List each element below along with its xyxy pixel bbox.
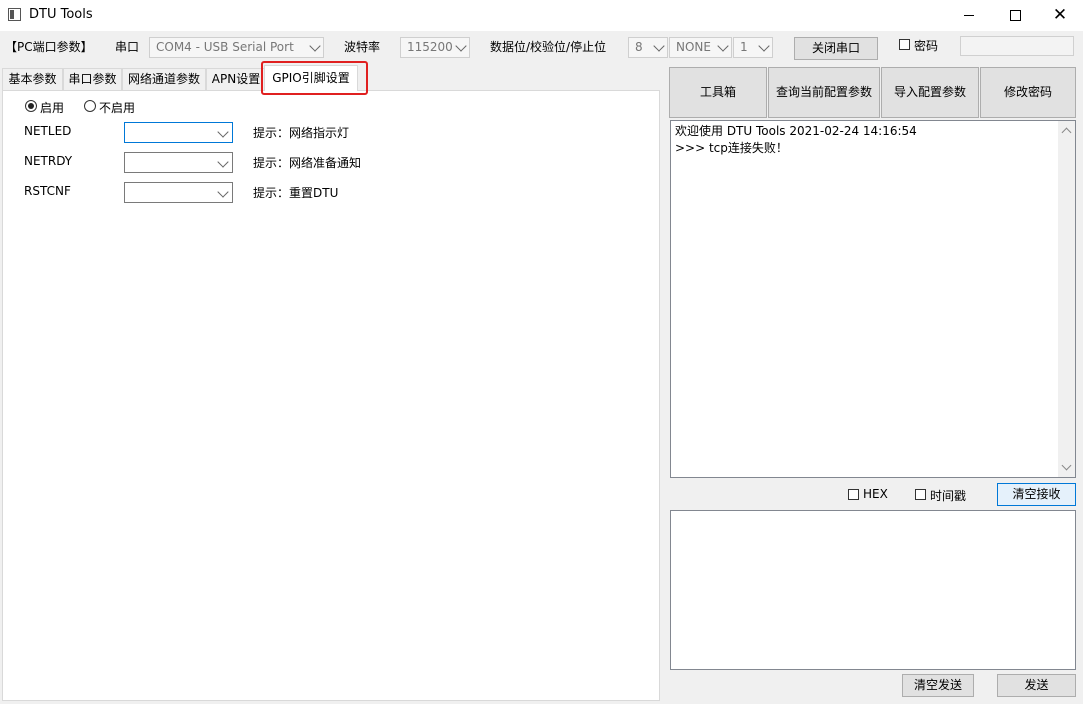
send-input[interactable] [670, 510, 1076, 670]
clear-receive-button[interactable]: 清空接收 [997, 483, 1076, 506]
parity-value: NONE [676, 40, 711, 54]
rstcnf-hint: 提示：重置DTU [253, 186, 339, 200]
send-button[interactable]: 发送 [997, 674, 1076, 697]
minimize-icon [964, 15, 974, 16]
databits-value: 8 [635, 40, 643, 54]
pc-port-group-label: 【PC端口参数】 [5, 40, 93, 54]
chevron-down-icon [217, 126, 229, 138]
close-port-button[interactable]: 关闭串口 [794, 37, 878, 60]
baud-label: 波特率 [344, 40, 381, 54]
log-line: >>> tcp连接失败！ [675, 141, 788, 155]
tab-apn-settings[interactable]: APN设置 [206, 68, 266, 90]
window-title: DTU Tools [29, 7, 93, 22]
baud-select-value: 115200 [407, 40, 453, 54]
netrdy-hint: 提示：网络准备通知 [253, 156, 362, 170]
tab-serial-params[interactable]: 串口参数 [63, 68, 122, 90]
close-icon: ✕ [1052, 5, 1068, 25]
databits-select[interactable]: 8 [628, 37, 668, 58]
clear-send-button[interactable]: 清空发送 [902, 674, 974, 697]
password-checkbox[interactable] [899, 39, 910, 50]
timestamp-checkbox[interactable] [915, 489, 926, 500]
port-select[interactable]: COM4 - USB Serial Port [149, 37, 324, 58]
stopbits-value: 1 [740, 40, 748, 54]
disable-radio-label: 不启用 [99, 101, 136, 115]
port-select-value: COM4 - USB Serial Port [156, 40, 294, 54]
netled-label: NETLED [24, 124, 72, 138]
log-line: 欢迎使用 DTU Tools 2021-02-24 14:16:54 [675, 124, 917, 138]
app-icon [8, 8, 21, 21]
chevron-down-icon [217, 156, 229, 168]
parity-select[interactable]: NONE [669, 37, 732, 58]
netled-hint: 提示：网络指示灯 [253, 126, 350, 140]
gpio-settings-panel [2, 90, 660, 701]
change-password-button[interactable]: 修改密码 [980, 67, 1076, 118]
chevron-down-icon [455, 40, 467, 52]
timestamp-checkbox-label: 时间戳 [930, 489, 967, 503]
password-input[interactable] [960, 36, 1074, 56]
netrdy-select[interactable] [124, 152, 233, 173]
netled-select[interactable] [124, 122, 233, 143]
hex-checkbox-label: HEX [863, 487, 888, 501]
tab-network-channel-params[interactable]: 网络通道参数 [122, 68, 206, 90]
enable-radio[interactable] [25, 100, 37, 112]
netrdy-label: NETRDY [24, 154, 73, 168]
query-config-button[interactable]: 查询当前配置参数 [768, 67, 880, 118]
scroll-up-icon[interactable] [1061, 127, 1072, 138]
rstcnf-select[interactable] [124, 182, 233, 203]
tab-basic-params[interactable]: 基本参数 [2, 68, 63, 90]
toolbox-button[interactable]: 工具箱 [669, 67, 767, 118]
chevron-down-icon [717, 40, 729, 52]
log-scrollbar[interactable] [1058, 121, 1075, 477]
chevron-down-icon [758, 40, 770, 52]
minimize-button[interactable] [946, 0, 992, 31]
receive-log[interactable]: 欢迎使用 DTU Tools 2021-02-24 14:16:54 >>> tc… [670, 120, 1076, 478]
scroll-down-icon[interactable] [1061, 460, 1072, 471]
import-config-button[interactable]: 导入配置参数 [881, 67, 979, 118]
highlight-box [261, 61, 368, 95]
chevron-down-icon [653, 40, 665, 52]
stopbits-select[interactable]: 1 [733, 37, 773, 58]
log-text: 欢迎使用 DTU Tools 2021-02-24 14:16:54 >>> tc… [675, 123, 917, 157]
rstcnf-label: RSTCNF [24, 184, 71, 198]
hex-checkbox[interactable] [848, 489, 859, 500]
port-label: 串口 [115, 40, 140, 54]
maximize-icon [1009, 10, 1021, 21]
chevron-down-icon [309, 40, 321, 52]
frame-format-label: 数据位/校验位/停止位 [490, 40, 607, 54]
chevron-down-icon [217, 186, 229, 198]
baud-select[interactable]: 115200 [400, 37, 470, 58]
title-bar: DTU Tools ✕ [0, 0, 1083, 31]
enable-radio-label: 启用 [40, 101, 65, 115]
password-checkbox-label: 密码 [914, 39, 939, 53]
maximize-button[interactable] [992, 0, 1038, 31]
disable-radio[interactable] [84, 100, 96, 112]
close-button[interactable]: ✕ [1037, 0, 1083, 31]
